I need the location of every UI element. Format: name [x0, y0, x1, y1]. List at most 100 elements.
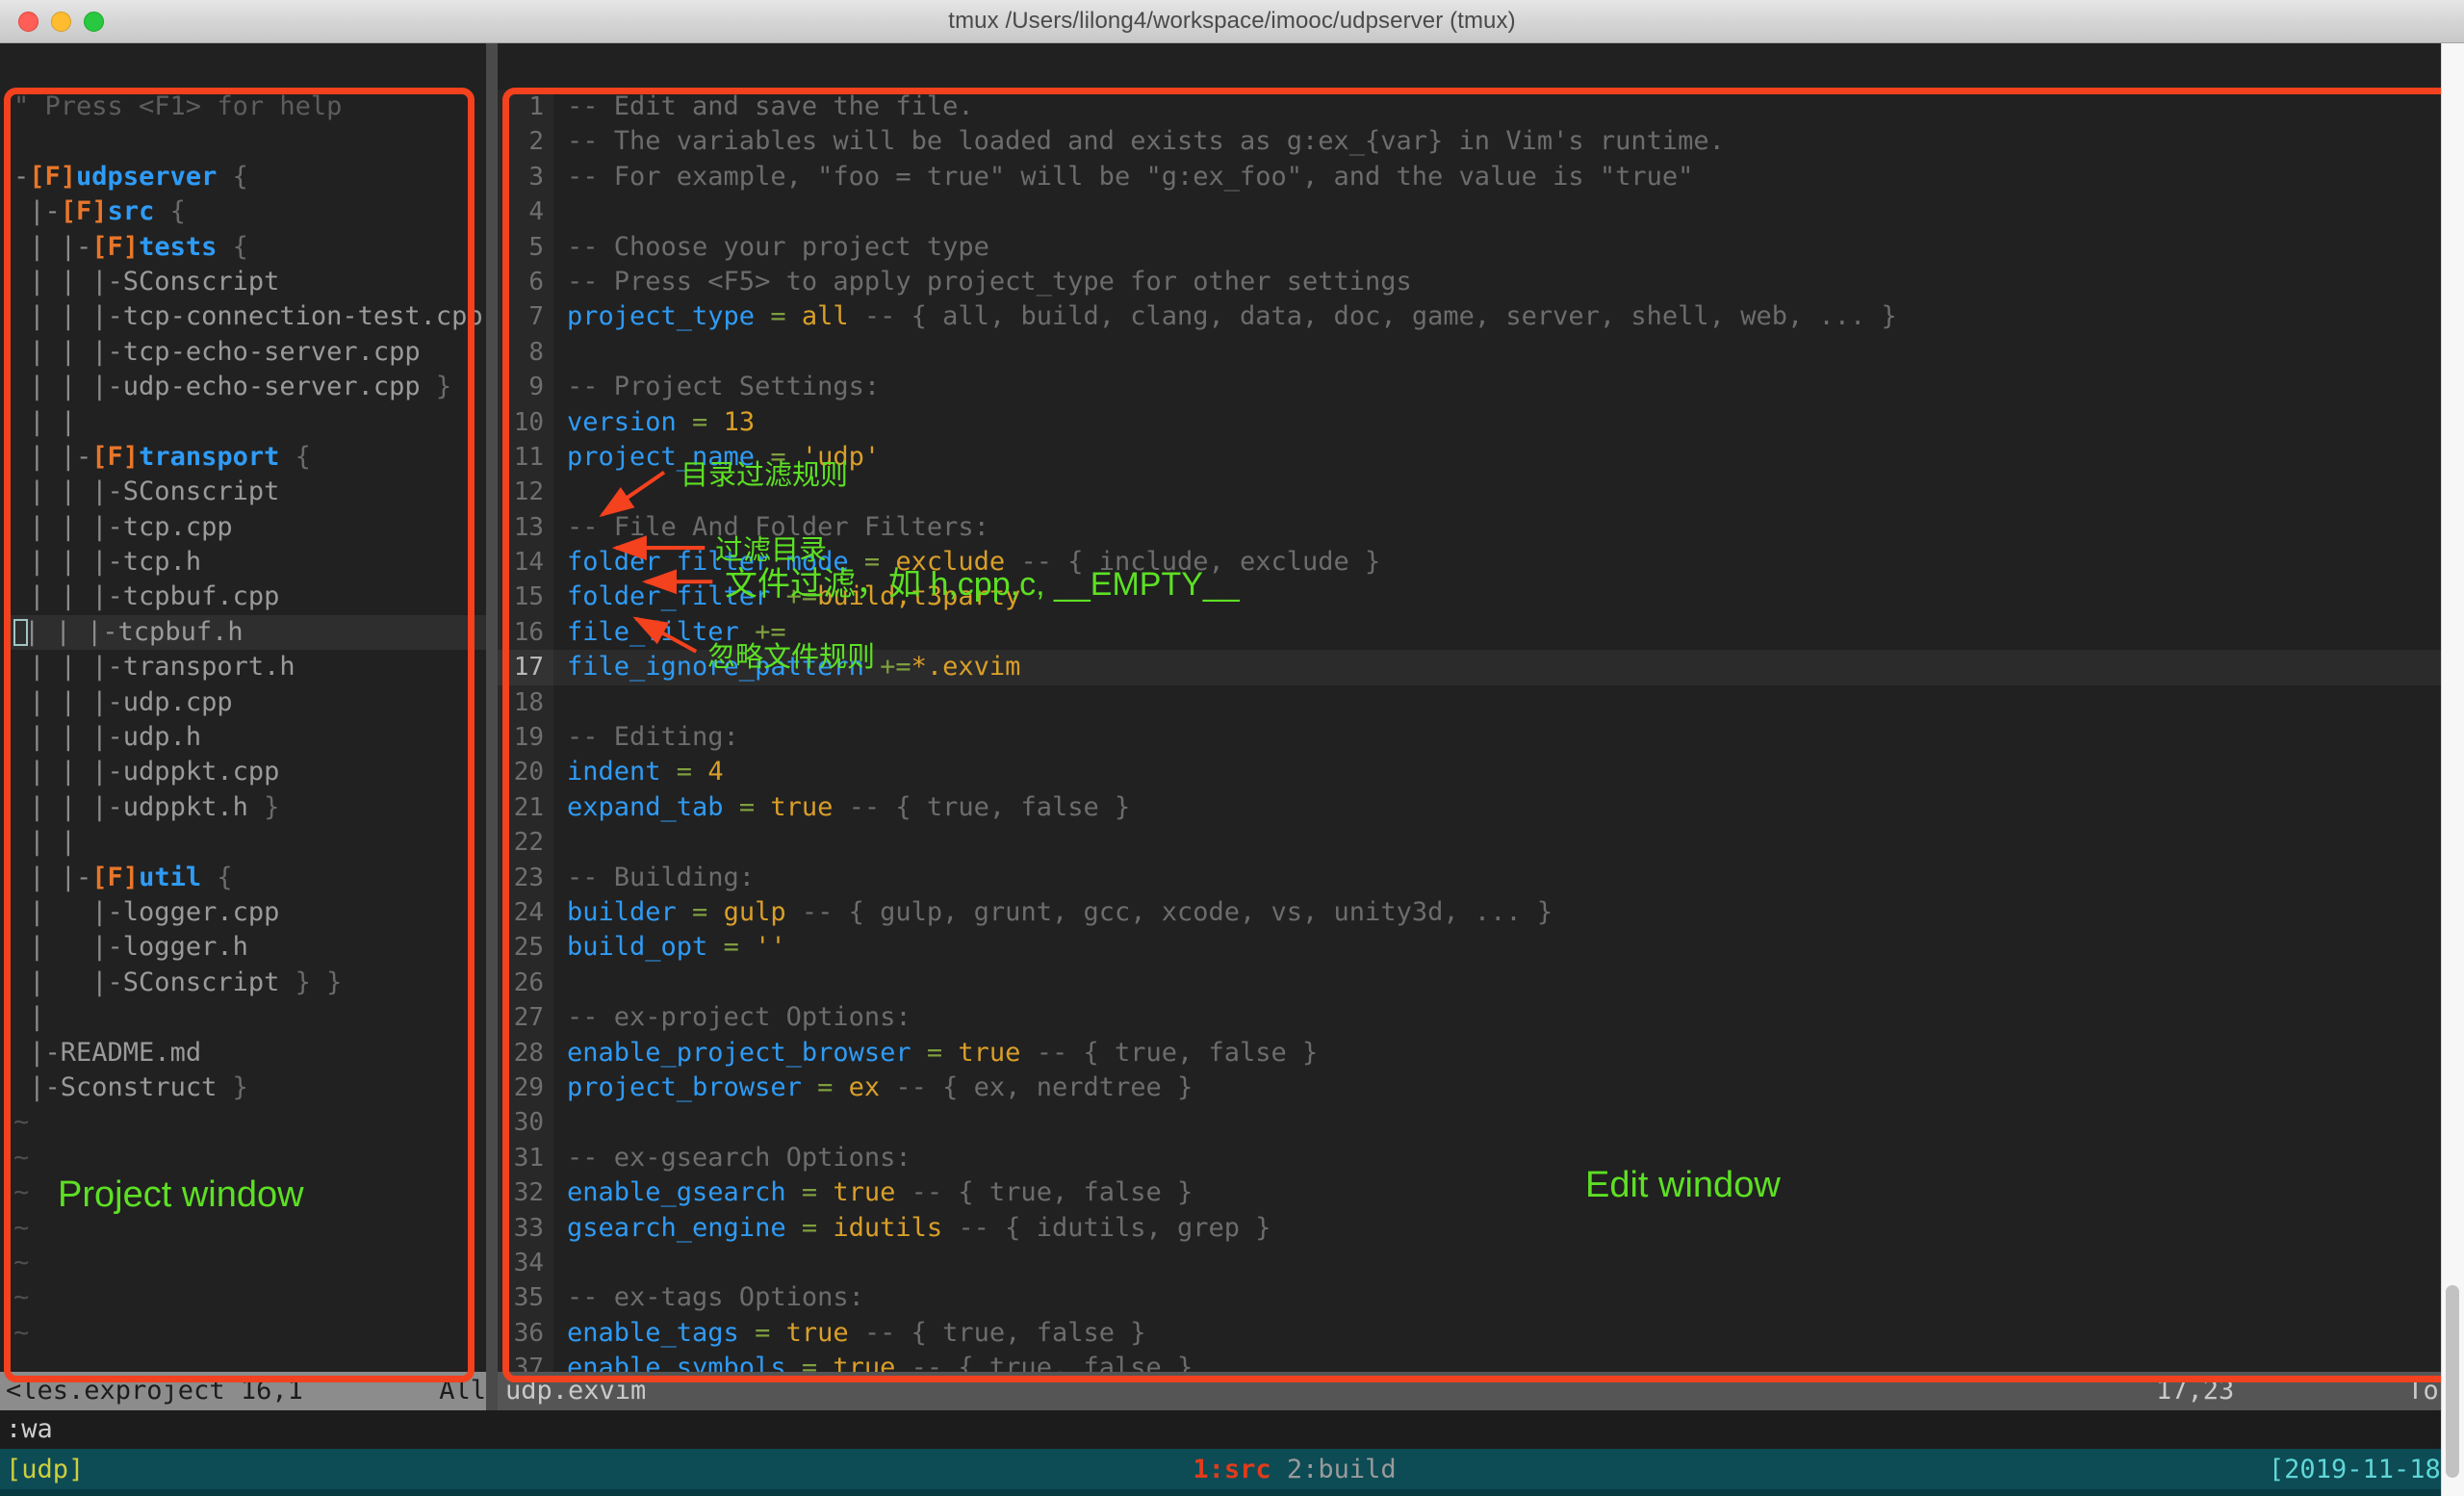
- tree-branch: |-: [13, 1038, 61, 1068]
- tree-row: |: [10, 1000, 486, 1035]
- tree-branch: | | |-: [24, 617, 118, 647]
- editor-line[interactable]: 30: [498, 1105, 2464, 1140]
- tree-branch: | | |-: [13, 792, 123, 822]
- line-number: 20: [498, 755, 553, 789]
- editor-line[interactable]: 8: [498, 335, 2464, 370]
- token-key: enable_gsearch: [567, 1177, 786, 1207]
- terminal-content: " Press <F1> for help -[F]udpserver { |-…: [0, 43, 2464, 1496]
- editor-line[interactable]: 9-- Project Settings:: [498, 370, 2464, 404]
- line-number: 33: [498, 1211, 553, 1246]
- editor-text[interactable]: 1 -- Edit and save the file.2-- The varia…: [498, 90, 2464, 1372]
- editor-line[interactable]: 28enable_project_browser = true -- { tru…: [498, 1036, 2464, 1070]
- editor-line[interactable]: 18: [498, 685, 2464, 720]
- editor-line[interactable]: 20indent = 4: [498, 755, 2464, 789]
- editor-line[interactable]: 25build_opt = '': [498, 930, 2464, 965]
- editor-pane[interactable]: 1 -- Edit and save the file.2-- The varia…: [498, 43, 2464, 1372]
- tree-file-row[interactable]: | | |-SConscript: [10, 475, 486, 509]
- tree-file-row[interactable]: | |-logger.cpp: [10, 895, 486, 930]
- editor-line[interactable]: 3-- For example, "foo = true" will be "g…: [498, 160, 2464, 194]
- file-name: udppkt.cpp: [123, 757, 280, 787]
- line-content: -- Building:: [553, 861, 755, 895]
- editor-line[interactable]: 33gsearch_engine = idutils -- { idutils,…: [498, 1211, 2464, 1246]
- tmux-window-list: 1:src 2:build: [0, 1425, 2464, 1496]
- editor-line[interactable]: 26: [498, 966, 2464, 1000]
- pane-divider[interactable]: [486, 43, 498, 1372]
- editor-line[interactable]: 31-- ex-gsearch Options:: [498, 1141, 2464, 1175]
- editor-line[interactable]: 23-- Building:: [498, 861, 2464, 895]
- tree-file-row[interactable]: | | |-udppkt.h }: [10, 790, 486, 825]
- token-comment: -- { all, build, clang, data, doc, game,…: [849, 301, 1897, 331]
- line-content: build_opt = '': [553, 930, 786, 965]
- tree-folder-row[interactable]: |-[F]src {: [10, 194, 486, 229]
- tree-file-row[interactable]: | | |-udp.h: [10, 720, 486, 755]
- project-pane[interactable]: " Press <F1> for help -[F]udpserver { |-…: [0, 43, 486, 1372]
- editor-line[interactable]: 6-- Press <F5> to apply project_type for…: [498, 265, 2464, 299]
- editor-line[interactable]: 5-- Choose your project type: [498, 230, 2464, 265]
- editor-line[interactable]: 34: [498, 1246, 2464, 1280]
- tree-file-row[interactable]: | | |-tcp-echo-server.cpp: [10, 335, 486, 370]
- terminal-window: tmux /Users/lilong4/workspace/imooc/udps…: [0, 0, 2464, 1496]
- tmux-window-build[interactable]: 2:build: [1287, 1455, 1397, 1484]
- token-comment: -- Editing:: [567, 722, 739, 752]
- tree-folder-row[interactable]: | |-[F]tests {: [10, 230, 486, 265]
- line-number: 13: [498, 510, 553, 545]
- editor-line[interactable]: 19 -- Editing:: [498, 720, 2464, 755]
- line-content: -- For example, "foo = true" will be "g:…: [553, 160, 1693, 194]
- editor-line[interactable]: 29project_browser = ex -- { ex, nerdtree…: [498, 1070, 2464, 1105]
- folder-tag: [F]: [61, 196, 108, 226]
- editor-line[interactable]: 1 -- Edit and save the file.: [498, 90, 2464, 124]
- editor-line[interactable]: 32enable_gsearch = true -- { true, false…: [498, 1175, 2464, 1210]
- tree-file-row[interactable]: | | |-udp-echo-server.cpp }: [10, 370, 486, 404]
- editor-line[interactable]: 37enable_symbols = true -- { true, false…: [498, 1351, 2464, 1372]
- file-name: SConscript: [123, 477, 280, 506]
- tmux-status-bar: [udp] 1:src 2:build [2019-11-18]: [0, 1449, 2464, 1489]
- tree-folder-row[interactable]: | |-[F]transport {: [10, 440, 486, 475]
- token-key: project_browser: [567, 1072, 802, 1102]
- tree-file-row[interactable]: | |-logger.h: [10, 930, 486, 965]
- minimize-button[interactable]: [51, 12, 71, 32]
- token-comment: -- Press <F5> to apply project_type for …: [567, 267, 1412, 297]
- file-name: tcp.cpp: [123, 512, 233, 542]
- editor-line[interactable]: 10version = 13: [498, 405, 2464, 440]
- editor-line[interactable]: 21expand_tab = true -- { true, false }: [498, 790, 2464, 825]
- tree-file-row[interactable]: | | |-SConscript: [10, 265, 486, 299]
- tree-file-row[interactable]: | |-SConscript } }: [10, 966, 486, 1000]
- tree-folder-row[interactable]: | |-[F]util {: [10, 861, 486, 895]
- editor-line[interactable]: 24builder = gulp -- { gulp, grunt, gcc, …: [498, 895, 2464, 930]
- line-content: [553, 475, 582, 509]
- editor-line[interactable]: 22: [498, 825, 2464, 860]
- tmux-window-src[interactable]: 1:src: [1193, 1455, 1270, 1484]
- tmux-panes: " Press <F1> for help -[F]udpserver { |-…: [0, 43, 2464, 1372]
- zoom-button[interactable]: [84, 12, 104, 32]
- tree-file-row[interactable]: | | |-transport.h: [10, 650, 486, 684]
- editor-line[interactable]: 7project_type = all -- { all, build, cla…: [498, 299, 2464, 334]
- tree-file-row[interactable]: | | |-tcpbuf.cpp: [10, 580, 486, 614]
- window-scrollbar[interactable]: [2441, 43, 2464, 1496]
- line-number: 17: [498, 650, 553, 684]
- scrollbar-thumb[interactable]: [2446, 1285, 2459, 1478]
- token-comment: -- Edit and save the file.: [567, 91, 974, 121]
- tree-file-row[interactable]: | | |-tcp.cpp: [10, 510, 486, 545]
- tree-file-row[interactable]: | | |-tcpbuf.h: [10, 615, 486, 650]
- editor-line[interactable]: 4: [498, 194, 2464, 229]
- tree-file-row[interactable]: |-README.md: [10, 1036, 486, 1070]
- close-button[interactable]: [18, 12, 38, 32]
- tree-file-row[interactable]: | | |-udp.cpp: [10, 685, 486, 720]
- tree-branch: |-: [13, 196, 61, 226]
- editor-line[interactable]: 27-- ex-project Options:: [498, 1000, 2464, 1035]
- editor-line[interactable]: 35-- ex-tags Options:: [498, 1280, 2464, 1315]
- line-number: 19: [498, 720, 553, 755]
- tree-file-row[interactable]: | | |-udppkt.cpp: [10, 755, 486, 789]
- editor-line[interactable]: 2-- The variables will be loaded and exi…: [498, 124, 2464, 159]
- line-number: 1: [498, 90, 553, 124]
- line-number: 2: [498, 124, 553, 159]
- editor-line[interactable]: 36enable_tags = true -- { true, false }: [498, 1316, 2464, 1351]
- line-content: [553, 966, 582, 1000]
- tree-file-row[interactable]: | | |-tcp-connection-test.cpp: [10, 299, 486, 334]
- tree-file-row[interactable]: |-Sconstruct }: [10, 1070, 486, 1105]
- line-number: 37: [498, 1351, 553, 1372]
- folder-tag: [F]: [91, 232, 139, 262]
- tree-folder-row[interactable]: -[F]udpserver {: [10, 160, 486, 194]
- project-tree[interactable]: " Press <F1> for help -[F]udpserver { |-…: [10, 90, 486, 1351]
- tree-file-row[interactable]: | | |-tcp.h: [10, 545, 486, 580]
